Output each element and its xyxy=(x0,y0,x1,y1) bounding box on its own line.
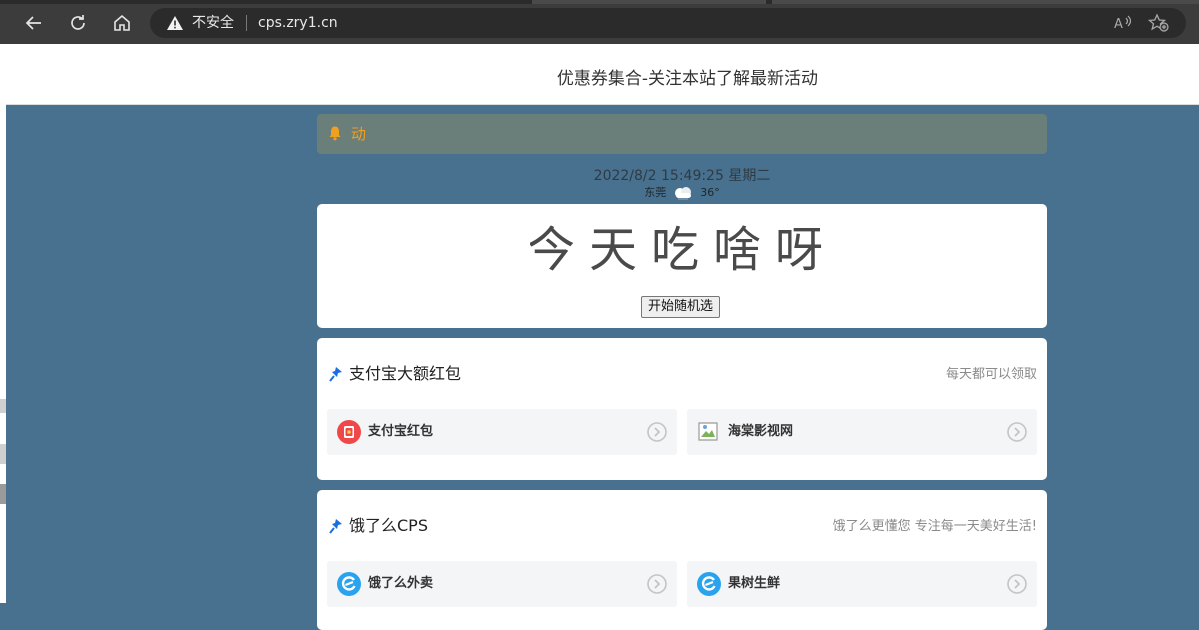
warning-icon[interactable] xyxy=(166,15,184,31)
section-title: 饿了么CPS xyxy=(349,516,428,535)
weather-widget: 东莞 36° xyxy=(317,185,1047,201)
weather-temp: 36° xyxy=(700,186,720,199)
bell-icon xyxy=(329,126,341,141)
eleme-icon xyxy=(337,572,361,596)
broken-image-icon xyxy=(698,422,718,441)
chevron-right-icon xyxy=(647,574,667,594)
home-button[interactable] xyxy=(108,9,136,37)
pin-icon xyxy=(329,367,342,382)
weather-city: 东莞 xyxy=(644,186,667,199)
section-eleme: 饿了么CPS 饿了么更懂您 专注每一天美好生活! 饿了么外卖 果树生鲜 xyxy=(317,490,1047,630)
item-label: 支付宝红包 xyxy=(368,424,434,439)
list-item-fruit-fresh[interactable]: 果树生鲜 xyxy=(687,561,1037,607)
section-alipay: 支付宝大额红包 每天都可以领取 支付宝红包 海棠影视网 xyxy=(317,338,1047,480)
svg-text:A: A xyxy=(1114,17,1123,32)
chevron-right-icon xyxy=(1007,422,1027,442)
food-picker-heading-text: 今天吃啥呀 xyxy=(530,222,835,278)
start-random-button[interactable]: 开始随机选 xyxy=(641,296,721,318)
list-item-eleme-takeout[interactable]: 饿了么外卖 xyxy=(327,561,677,607)
notice-text: 动 xyxy=(351,125,367,143)
tab-strip xyxy=(0,0,1199,4)
datetime-display: 2022/8/2 15:49:25 星期二 xyxy=(593,168,771,184)
favorites-icon[interactable] xyxy=(1148,13,1170,33)
item-label: 海棠影视网 xyxy=(728,424,794,439)
home-icon xyxy=(114,14,130,31)
reload-icon xyxy=(71,15,85,30)
address-separator xyxy=(246,15,247,31)
back-button[interactable] xyxy=(20,9,48,37)
address-bar[interactable]: 不安全 cps.zry1.cn A xyxy=(150,8,1186,38)
item-label: 饿了么外卖 xyxy=(368,576,434,591)
red-packet-icon xyxy=(337,420,361,444)
section-title: 支付宝大额红包 xyxy=(349,364,462,383)
security-label[interactable]: 不安全 xyxy=(192,14,234,32)
list-item-alipay-redpacket[interactable]: 支付宝红包 xyxy=(327,409,677,455)
read-aloud-icon[interactable]: A xyxy=(1112,13,1134,33)
eleme-icon xyxy=(697,572,721,596)
notice-bar: 动 xyxy=(317,114,1047,154)
url-text[interactable]: cps.zry1.cn xyxy=(258,14,338,32)
chevron-right-icon xyxy=(647,422,667,442)
page-title: 优惠券集合-关注本站了解最新活动 xyxy=(556,69,819,89)
chevron-right-icon xyxy=(1007,574,1027,594)
section-subtitle: 饿了么更懂您 专注每一天美好生活! xyxy=(832,519,1037,534)
reload-button[interactable] xyxy=(64,9,92,37)
list-item-haitang-video[interactable]: 海棠影视网 xyxy=(687,409,1037,455)
back-icon xyxy=(25,16,41,30)
left-edge xyxy=(0,44,6,603)
item-label: 果树生鲜 xyxy=(728,576,781,591)
pin-icon xyxy=(329,519,342,534)
browser-toolbar: 不安全 cps.zry1.cn A xyxy=(0,0,1199,44)
food-picker-card: 今天吃啥呀 开始随机选 xyxy=(317,204,1047,328)
page-header: 优惠券集合-关注本站了解最新活动 xyxy=(6,44,1199,105)
food-picker-heading: 今天吃啥呀 xyxy=(530,222,835,278)
section-subtitle: 每天都可以领取 xyxy=(945,367,1037,382)
cloudy-icon xyxy=(675,187,692,200)
